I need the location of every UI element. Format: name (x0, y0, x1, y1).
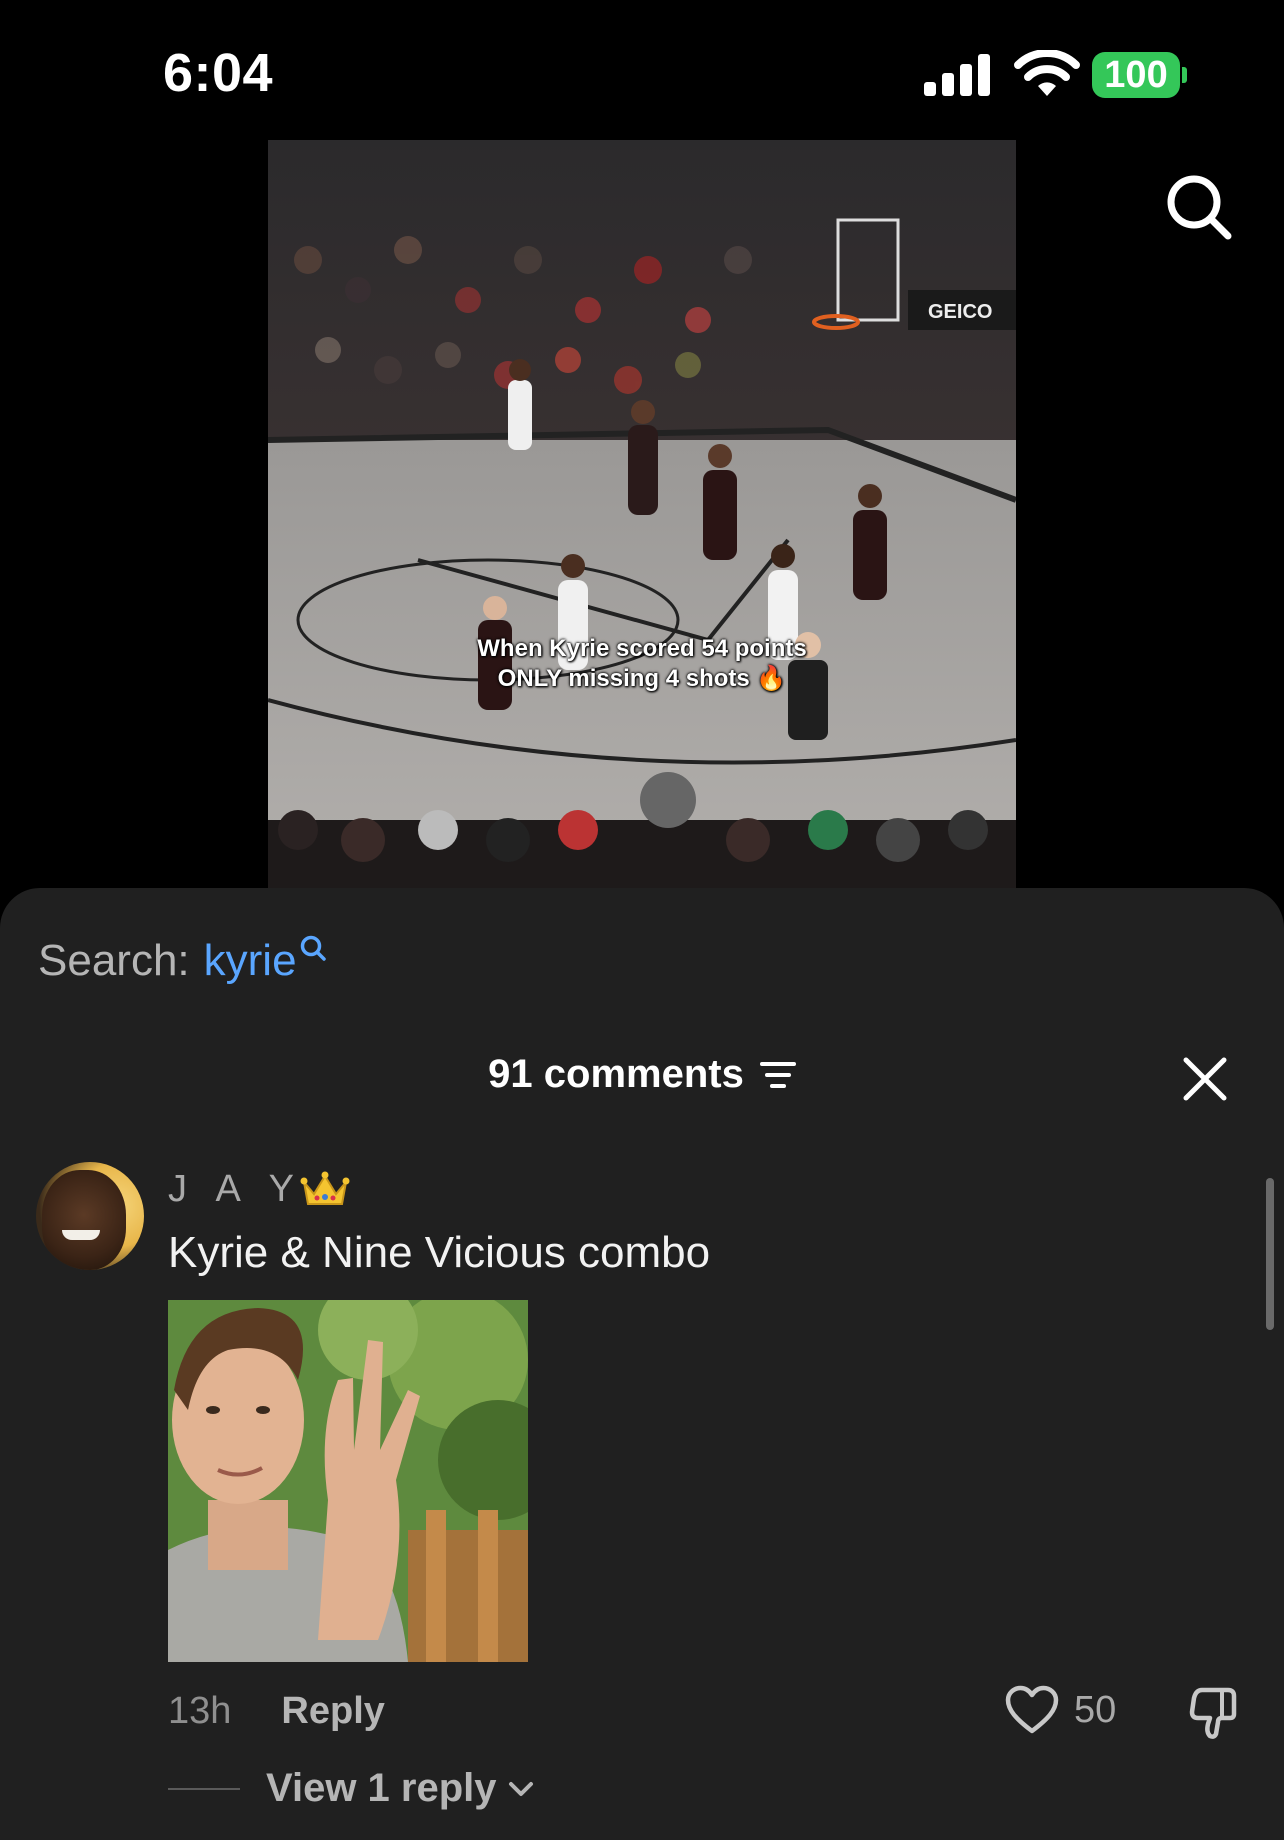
video-frame: GEICO (268, 140, 1016, 888)
search-term-link[interactable]: kyrie (204, 936, 297, 986)
scrollbar[interactable] (1266, 1178, 1274, 1330)
reply-button[interactable]: Reply (281, 1690, 384, 1733)
cellular-signal-icon (924, 54, 990, 96)
wifi-icon (1014, 50, 1080, 96)
view-replies-label[interactable]: View 1 reply (266, 1766, 497, 1811)
comment-timestamp: 13h (168, 1690, 232, 1732)
chevron-down-icon (508, 1781, 533, 1796)
view-replies-button[interactable]: View 1 reply (168, 1766, 535, 1811)
like-count: 50 (1074, 1688, 1117, 1731)
username-text[interactable]: J A Y (168, 1168, 304, 1211)
comment-image[interactable] (168, 1300, 528, 1662)
search-icon (300, 935, 326, 961)
comments-header: 91 comments (0, 1052, 1284, 1097)
svg-text:GEICO: GEICO (928, 301, 992, 323)
dislike-icon[interactable] (1184, 1684, 1240, 1740)
comment-meta: 13h Reply (168, 1690, 385, 1733)
search-icon[interactable] (1164, 172, 1234, 242)
comments-sheet: Search: kyrie 91 comments J A Y Kyrie & … (0, 888, 1284, 1840)
crown-icon (300, 1171, 350, 1205)
avatar[interactable] (36, 1162, 144, 1270)
status-time: 6:04 (163, 43, 274, 103)
comment-text: Kyrie & Nine Vicious combo (168, 1228, 711, 1277)
battery-level: 100 (1092, 52, 1180, 98)
like-button[interactable]: 50 (1004, 1684, 1116, 1736)
comment-image-content (168, 1300, 528, 1662)
search-suggestion[interactable]: Search: kyrie (38, 935, 327, 986)
comments-count: 91 comments (488, 1052, 744, 1096)
close-icon[interactable] (1180, 1054, 1230, 1104)
filter-icon[interactable] (759, 1060, 796, 1090)
battery-indicator: 100 (1092, 52, 1188, 100)
video-player[interactable]: GEICO When Kyrie scored 54 points ONLY m… (268, 140, 1016, 888)
heart-icon[interactable] (1004, 1684, 1060, 1736)
search-label: Search: (38, 936, 190, 985)
comment-username[interactable]: J A Y (168, 1168, 350, 1211)
video-caption: When Kyrie scored 54 points ONLY missing … (477, 635, 807, 692)
